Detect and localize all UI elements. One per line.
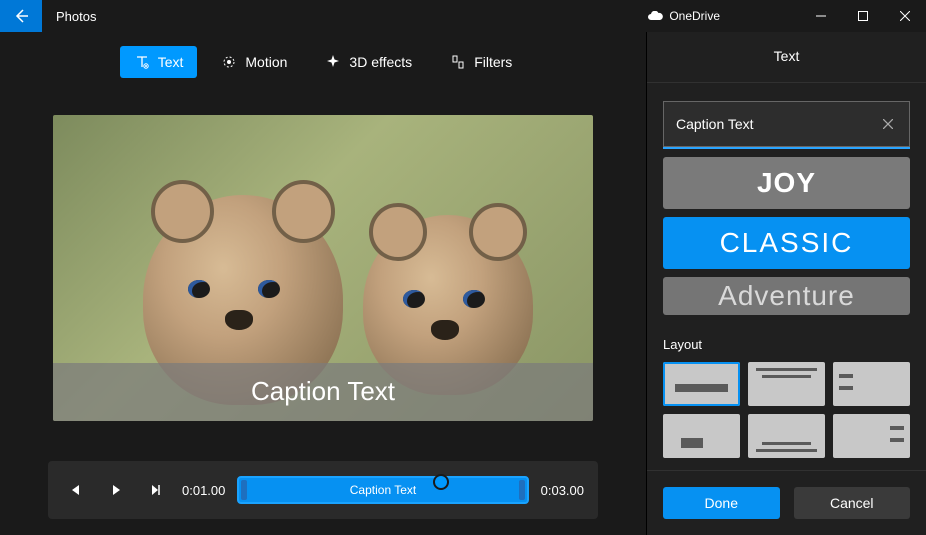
motion-icon: [221, 54, 237, 70]
clear-caption-button[interactable]: [879, 112, 897, 136]
caption-overlay[interactable]: Caption Text: [53, 363, 593, 421]
caption-input[interactable]: [676, 116, 879, 132]
maximize-icon: [858, 11, 868, 21]
clip-end-time: 0:03.00: [541, 483, 584, 498]
tool-text[interactable]: Text: [120, 46, 198, 78]
back-button[interactable]: [0, 0, 42, 32]
titlebar: Photos OneDrive: [0, 0, 926, 32]
done-button[interactable]: Done: [663, 487, 780, 519]
layout-section-label: Layout: [663, 337, 910, 352]
layout-grid: [663, 362, 910, 458]
side-panel-title: Text: [647, 32, 926, 83]
layout-option-bottom-left-block[interactable]: [663, 414, 740, 458]
text-style-label: Adventure: [718, 280, 855, 312]
layout-option-bottom-lines[interactable]: [748, 414, 825, 458]
layout-option-top-lines[interactable]: [748, 362, 825, 406]
filters-icon: [450, 54, 466, 70]
step-forward-button[interactable]: [142, 476, 170, 504]
clip-start-time: 0:01.00: [182, 483, 225, 498]
text-style-label: JOY: [757, 167, 816, 199]
text-style-adventure[interactable]: Adventure: [663, 277, 910, 315]
toolbar: Text Motion 3D effects Filters: [0, 32, 646, 92]
maximize-button[interactable]: [842, 0, 884, 32]
cancel-label: Cancel: [830, 495, 874, 511]
video-preview[interactable]: Caption Text: [53, 115, 593, 421]
onedrive-status[interactable]: OneDrive: [647, 9, 720, 23]
playhead[interactable]: [435, 476, 447, 488]
onedrive-label: OneDrive: [669, 9, 720, 23]
minimize-button[interactable]: [800, 0, 842, 32]
play-button[interactable]: [102, 476, 130, 504]
caption-input-wrap: [663, 101, 910, 147]
close-icon: [900, 11, 910, 21]
step-back-icon: [69, 483, 83, 497]
timeline-clip-label: Caption Text: [350, 483, 417, 497]
tool-motion-label: Motion: [245, 54, 287, 70]
tool-3d-label: 3D effects: [349, 54, 412, 70]
step-forward-icon: [149, 483, 163, 497]
text-style-classic[interactable]: CLASSIC: [663, 217, 910, 269]
tool-motion[interactable]: Motion: [207, 46, 301, 78]
step-back-button[interactable]: [62, 476, 90, 504]
sparkle-icon: [325, 54, 341, 70]
timeline: 0:01.00 Caption Text 0:03.00: [48, 461, 598, 519]
side-panel: Text JOY CLASSIC Adventure Layout: [646, 32, 926, 535]
arrow-left-icon: [13, 8, 29, 24]
minimize-icon: [816, 11, 826, 21]
cancel-button[interactable]: Cancel: [794, 487, 911, 519]
cloud-icon: [647, 11, 663, 21]
tool-filters[interactable]: Filters: [436, 46, 526, 78]
layout-option-center-bar[interactable]: [663, 362, 740, 406]
close-button[interactable]: [884, 0, 926, 32]
text-style-joy[interactable]: JOY: [663, 157, 910, 209]
layout-option-right-lines[interactable]: [833, 414, 910, 458]
x-icon: [883, 119, 893, 129]
timeline-clip[interactable]: Caption Text: [237, 476, 528, 504]
tool-filters-label: Filters: [474, 54, 512, 70]
layout-option-left-lines[interactable]: [833, 362, 910, 406]
app-title: Photos: [56, 9, 96, 24]
tool-text-label: Text: [158, 54, 184, 70]
input-focus-underline: [663, 147, 910, 149]
text-icon: [134, 54, 150, 70]
play-icon: [109, 483, 123, 497]
main-editor: Text Motion 3D effects Filters: [0, 32, 646, 535]
done-label: Done: [705, 495, 738, 511]
tool-3d-effects[interactable]: 3D effects: [311, 46, 426, 78]
text-style-label: CLASSIC: [720, 227, 854, 259]
